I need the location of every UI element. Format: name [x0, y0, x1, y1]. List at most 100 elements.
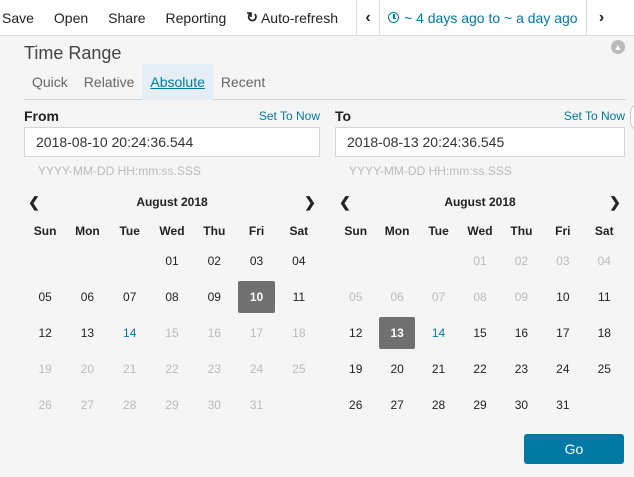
weekday-header: Sun: [33, 224, 57, 238]
calendar-day[interactable]: 13: [69, 317, 105, 349]
from-set-to-now-link[interactable]: Set To Now: [259, 109, 320, 123]
share-menu-item[interactable]: Share: [98, 0, 155, 36]
calendar-blank-cell: [112, 245, 148, 277]
calendar-day[interactable]: 10: [545, 281, 580, 313]
calendar-day[interactable]: 27: [69, 389, 105, 421]
calendar-day[interactable]: 21: [112, 353, 148, 385]
top-menu-bar: Save Open Share Reporting ↻ Auto-refresh…: [0, 0, 634, 36]
open-menu-item[interactable]: Open: [44, 0, 98, 36]
to-date-input[interactable]: [335, 127, 625, 157]
from-next-month-icon[interactable]: ❯: [300, 194, 320, 211]
calendar-day[interactable]: 07: [421, 281, 456, 313]
calendar-day[interactable]: 12: [27, 317, 63, 349]
calendar-day[interactable]: 05: [27, 281, 63, 313]
calendar-day[interactable]: 09: [196, 281, 232, 313]
calendar-day[interactable]: 28: [421, 389, 456, 421]
selected-day-cell[interactable]: 10: [238, 281, 275, 313]
calendar-day[interactable]: 24: [238, 353, 274, 385]
side-panel-handle[interactable]: [630, 103, 634, 131]
calendar-day[interactable]: 16: [196, 317, 232, 349]
calendar-day[interactable]: 05: [338, 281, 373, 313]
calendar-day[interactable]: 01: [154, 245, 190, 277]
to-column: To Set To Now YYYY-MM-DD HH:mm:ss.SSS ❮ …: [335, 107, 625, 423]
previous-time-button[interactable]: ‹: [356, 0, 381, 36]
calendar-day[interactable]: 23: [504, 353, 539, 385]
calendar-day[interactable]: 17: [545, 317, 580, 349]
tab-absolute[interactable]: Absolute: [142, 64, 213, 100]
calendar-day[interactable]: 06: [69, 281, 105, 313]
calendar-day[interactable]: 11: [587, 281, 622, 313]
to-next-month-icon[interactable]: ❯: [605, 194, 625, 211]
collapse-panel-icon[interactable]: ▲: [611, 40, 625, 54]
calendar-blank-cell: [421, 245, 456, 277]
calendar-day[interactable]: 04: [281, 245, 317, 277]
calendar-day[interactable]: 18: [587, 317, 622, 349]
from-calendar-header: ❮ August 2018 ❯: [24, 192, 320, 212]
calendar-day[interactable]: 24: [545, 353, 580, 385]
calendar-day[interactable]: 09: [504, 281, 539, 313]
calendar-day[interactable]: 30: [504, 389, 539, 421]
calendar-day[interactable]: 12: [338, 317, 373, 349]
from-date-input[interactable]: [24, 127, 320, 157]
calendar-day[interactable]: 29: [462, 389, 497, 421]
calendar-day[interactable]: 16: [504, 317, 539, 349]
calendar-day[interactable]: 30: [196, 389, 232, 421]
time-range-picker-button[interactable]: ~ 4 days ago to ~ a day ago: [380, 0, 587, 36]
calendar-blank-cell: [338, 245, 373, 277]
calendar-day[interactable]: 26: [27, 389, 63, 421]
weekday-header: Sat: [594, 224, 614, 238]
calendar-day[interactable]: 14: [112, 317, 148, 349]
tab-relative[interactable]: Relative: [76, 64, 143, 100]
calendar-day[interactable]: 21: [421, 353, 456, 385]
calendar-day[interactable]: 25: [281, 353, 317, 385]
weekday-header: Sat: [289, 224, 309, 238]
calendar-day[interactable]: 01: [462, 245, 497, 277]
calendar-day[interactable]: 06: [379, 281, 414, 313]
calendar-day[interactable]: 07: [112, 281, 148, 313]
calendar-day[interactable]: 20: [379, 353, 414, 385]
calendar-day[interactable]: 31: [545, 389, 580, 421]
calendar-day[interactable]: 27: [379, 389, 414, 421]
calendar-day[interactable]: 20: [69, 353, 105, 385]
tab-quick[interactable]: Quick: [24, 64, 76, 100]
calendar-day[interactable]: 18: [281, 317, 317, 349]
calendar-day[interactable]: 14: [421, 317, 456, 349]
to-prev-month-icon[interactable]: ❮: [335, 194, 355, 211]
to-set-to-now-link[interactable]: Set To Now: [564, 109, 625, 123]
calendar-day[interactable]: 28: [112, 389, 148, 421]
calendar-day[interactable]: 04: [587, 245, 622, 277]
reporting-menu-item[interactable]: Reporting: [156, 0, 237, 36]
save-menu-item[interactable]: Save: [0, 0, 44, 36]
weekday-header: Tue: [119, 224, 140, 238]
calendar-day[interactable]: 02: [196, 245, 232, 277]
weekday-header: Wed: [159, 224, 185, 238]
calendar-day[interactable]: 31: [238, 389, 274, 421]
calendar-day[interactable]: 02: [504, 245, 539, 277]
calendar-day[interactable]: 03: [545, 245, 580, 277]
calendar-day[interactable]: 03: [238, 245, 274, 277]
calendar-day[interactable]: 22: [154, 353, 190, 385]
calendar-day[interactable]: 17: [238, 317, 274, 349]
calendar-day[interactable]: 25: [587, 353, 622, 385]
calendar-day[interactable]: 11: [281, 281, 317, 313]
calendar-day[interactable]: 19: [338, 353, 373, 385]
from-column: From Set To Now YYYY-MM-DD HH:mm:ss.SSS …: [24, 107, 320, 423]
calendar-day[interactable]: 22: [462, 353, 497, 385]
next-time-button[interactable]: ›: [587, 0, 617, 36]
calendar-day[interactable]: 19: [27, 353, 63, 385]
from-prev-month-icon[interactable]: ❮: [24, 194, 44, 211]
calendar-day[interactable]: 15: [462, 317, 497, 349]
calendar-day[interactable]: 23: [196, 353, 232, 385]
auto-refresh-button[interactable]: ↻ Auto-refresh: [236, 0, 348, 36]
tab-recent[interactable]: Recent: [213, 64, 273, 100]
calendar-day[interactable]: 26: [338, 389, 373, 421]
to-calendar-grid: Sun Mon Tue Wed Thu Fri Sat 01 02 03 04 05 06 07 08 09 1…: [335, 219, 625, 423]
calendar-day[interactable]: 15: [154, 317, 190, 349]
selected-day-cell[interactable]: 13: [379, 317, 415, 349]
calendar-day[interactable]: 08: [462, 281, 497, 313]
calendar-day[interactable]: 29: [154, 389, 190, 421]
calendar-day[interactable]: 08: [154, 281, 190, 313]
refresh-icon: ↻: [246, 9, 258, 25]
to-calendar-month: August 2018: [444, 195, 516, 209]
go-button[interactable]: Go: [524, 434, 624, 464]
